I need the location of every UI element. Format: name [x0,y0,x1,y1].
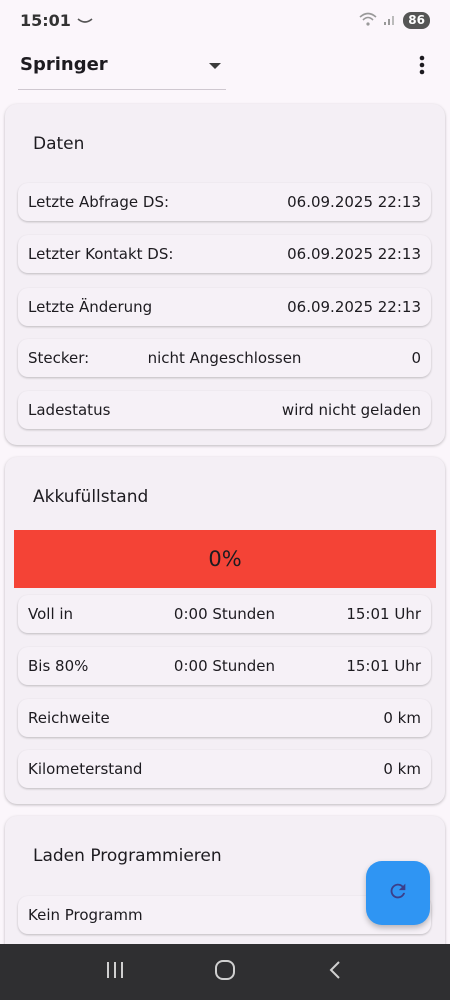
vehicle-dropdown[interactable]: Springer [18,40,226,90]
status-time: 15:01 [20,10,71,30]
row-ladestatus: Ladestatus wird nicht geladen [18,391,431,429]
status-left: 15:01 [20,11,93,30]
row-label: Bis 80% [28,657,89,675]
status-bar: 15:01 86 [0,0,450,40]
row-stecker: Stecker: nicht Angeschlossen 0 [18,339,431,377]
row-letzte-aenderung: Letzte Änderung 06.09.2025 22:13 [18,288,431,326]
row-label: Kein Programm [28,906,143,924]
row-label: Letzter Kontakt DS: [28,245,174,263]
row-value: 06.09.2025 22:13 [287,245,421,263]
more-vert-icon [419,55,425,79]
home-icon [214,959,236,985]
akku-card: Akkufüllstand 0% Voll in 0:00 Stunden 15… [5,457,445,804]
row-label: Voll in [28,605,74,623]
row-kilometerstand: Kilometerstand 0 km [18,750,431,788]
arrow-drop-down-icon [208,55,222,74]
row-label: Ladestatus [28,401,111,419]
back-button[interactable] [315,952,355,992]
row-value: 15:01 Uhr [346,657,421,675]
row-label: Reichweite [28,709,110,727]
battery-level-text: 0% [208,547,242,571]
row-value: wird nicht geladen [281,401,421,419]
wifi-icon [359,11,377,30]
battery-level-bar: 0% [14,530,436,588]
row-letzter-kontakt: Letzter Kontakt DS: 06.09.2025 22:13 [18,235,431,273]
row-value: 15:01 Uhr [346,605,421,623]
row-value: 0 km [383,709,421,727]
more-menu-button[interactable] [408,50,436,84]
row-value: 0 km [383,760,421,778]
signal-icon [383,11,397,30]
row-value: 06.09.2025 22:13 [287,298,421,316]
daten-title: Daten [33,134,85,154]
back-icon [328,960,342,984]
row-label: Kilometerstand [28,760,143,778]
laden-title: Laden Programmieren [33,846,222,866]
home-button[interactable] [205,952,245,992]
refresh-icon [387,880,409,906]
akku-title: Akkufüllstand [33,487,149,507]
top-bar: Springer [0,40,450,96]
refresh-button[interactable] [366,861,430,925]
recent-apps-button[interactable] [95,952,135,992]
status-right: 86 [359,11,430,30]
system-nav-bar [0,944,450,1000]
row-letzte-abfrage: Letzte Abfrage DS: 06.09.2025 22:13 [18,183,431,221]
vehicle-dropdown-value: Springer [20,54,108,75]
row-value: 0 [411,349,421,367]
battery-indicator: 86 [403,11,430,29]
row-label: Letzte Abfrage DS: [28,193,170,211]
row-label: Stecker: [28,349,90,367]
row-bis-80: Bis 80% 0:00 Stunden 15:01 Uhr [18,647,431,685]
row-reichweite: Reichweite 0 km [18,699,431,737]
row-label: Letzte Änderung [28,298,153,316]
row-value: 06.09.2025 22:13 [287,193,421,211]
recent-apps-icon [105,961,125,983]
daten-card: Daten Letzte Abfrage DS: 06.09.2025 22:1… [5,104,445,445]
notification-icon [77,11,93,30]
row-voll-in: Voll in 0:00 Stunden 15:01 Uhr [18,595,431,633]
